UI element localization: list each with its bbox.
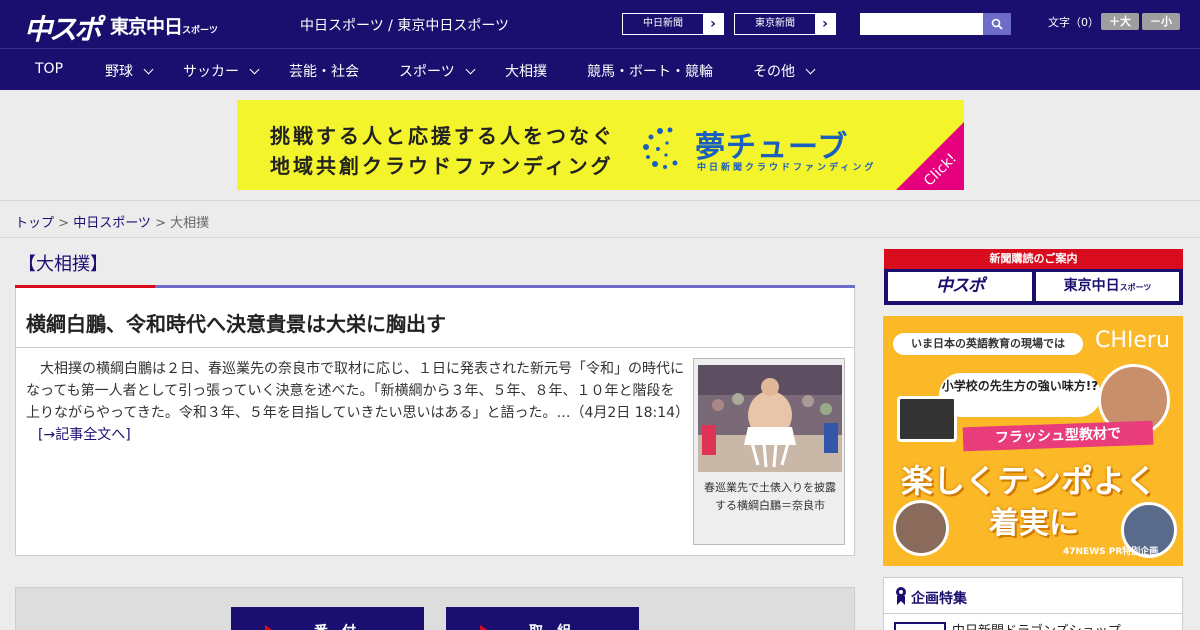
article-title[interactable]: 横綱白鵬、令和時代へ決意貴景は大栄に胸出す (26, 308, 446, 337)
chevron-down-icon (465, 64, 476, 75)
nav-item-keiba[interactable]: 競馬・ボート・競輪 (587, 61, 713, 81)
dots-logo-icon (643, 127, 678, 169)
child-photo (893, 500, 949, 556)
read-more-link[interactable]: [→記事全文へ] (38, 427, 131, 443)
breadcrumb-bar: トップ > 中日スポーツ > 大相撲 (0, 200, 1200, 238)
breadcrumb-current: 大相撲 (170, 216, 210, 231)
article-photo[interactable]: 春巡業先で土俵入りを披露する横綱白鵬＝奈良市 (693, 358, 845, 545)
nav-item-top[interactable]: TOP (35, 61, 63, 77)
chevron-down-icon (249, 64, 260, 75)
font-smaller-button[interactable]: －小 (1142, 13, 1180, 30)
site-links[interactable]: 中日スポーツ / 東京中日スポーツ (300, 15, 509, 35)
nav-item-other[interactable]: その他 (753, 61, 816, 81)
ad-flash: フラッシュ型教材で (962, 420, 1154, 452)
breadcrumb-home-link[interactable]: トップ (15, 216, 54, 231)
breadcrumb: トップ > 中日スポーツ > 大相撲 (15, 216, 210, 231)
tokyo-shimbun-button[interactable]: 東京新聞 › (734, 13, 836, 35)
ad-logo: CHIeru (1095, 328, 1170, 353)
chevron-right-icon: › (703, 14, 723, 34)
main-nav: TOP 野球 サッカー 芸能・社会 スポーツ 大相撲 競馬・ボート・競輪 その他 (0, 48, 1200, 90)
chieru-ad[interactable]: いま日本の英語教育の現場では CHIeru 小学校の先生方の強い味方!? フラッ… (883, 316, 1183, 566)
ad-headline-2: 着実に (989, 506, 1079, 541)
feature-box: 企画特集 中日新聞ドラゴンズショップ (883, 577, 1183, 630)
photo-caption: 春巡業先で土俵入りを披露する横綱白鵬＝奈良市 (704, 481, 836, 512)
ad-pr-label: 47NEWS PR特別企画 (1063, 547, 1159, 557)
chuspo-logo[interactable]: 中スポ (24, 8, 102, 48)
banner-line-1: 挑戦する人と応援する人をつなぐ (270, 124, 615, 148)
arrow-right-icon (265, 625, 274, 630)
subscribe-chuspo-link[interactable]: 中スポ (888, 272, 1032, 301)
feature-item-link[interactable]: 中日新聞ドラゴンズショップ (952, 620, 1121, 630)
torikumi-button[interactable]: 取組 (446, 607, 639, 630)
crowdfunding-banner[interactable]: 挑戦する人と応援する人をつなぐ 地域共創クラウドファンディング 夢チューブ 中日… (237, 100, 964, 190)
banner-line-2: 地域共創クラウドファンディング (270, 154, 614, 178)
sumo-photo (698, 365, 842, 472)
tablet-icon (897, 396, 957, 442)
search-input[interactable] (860, 13, 983, 35)
chevron-down-icon (143, 64, 154, 75)
breadcrumb-parent-link[interactable]: 中日スポーツ (73, 216, 151, 231)
tokyo-chunichi-logo[interactable]: 東京中日スポーツ (110, 12, 218, 39)
chevron-down-icon (805, 64, 816, 75)
font-larger-button[interactable]: ＋大 (1101, 13, 1139, 30)
article-card: 横綱白鵬、令和時代へ決意貴景は大栄に胸出す 大相撲の横綱白鵬は２日、春巡業先の奈… (15, 288, 855, 556)
search-icon (991, 18, 1003, 30)
section-title: 【大相撲】 (18, 254, 108, 275)
feature-thumbnail[interactable] (894, 622, 946, 630)
banzuke-button[interactable]: 番付 (231, 607, 424, 630)
article-body: 大相撲の横綱白鵬は２日、春巡業先の奈良市で取材に応じ、１日に発表された新元号「令… (26, 361, 690, 443)
nav-item-entertainment[interactable]: 芸能・社会 (289, 61, 359, 81)
subscription-header: 新聞購読のご案内 (884, 249, 1183, 269)
subscribe-tokyo-link[interactable]: 東京中日スポーツ (1036, 272, 1179, 301)
chevron-right-icon: › (815, 14, 835, 34)
nav-item-baseball[interactable]: 野球 (105, 61, 154, 81)
feature-title: 企画特集 (911, 591, 967, 607)
chunichi-shimbun-button[interactable]: 中日新聞 › (622, 13, 724, 35)
subscription-box: 新聞購読のご案内 中スポ 東京中日スポーツ (884, 249, 1183, 305)
ad-question: 小学校の先生方の強い味方!? (939, 373, 1101, 417)
top-header: 中スポ 東京中日スポーツ 中日スポーツ / 東京中日スポーツ 中日新聞 › 東京… (0, 0, 1200, 48)
nav-item-soccer[interactable]: サッカー (183, 61, 260, 81)
font-size-label: 文字（0） (1048, 16, 1099, 29)
arrow-right-icon (480, 625, 489, 630)
sumo-menu-box: 番付 取組 (15, 587, 855, 630)
nav-item-sports[interactable]: スポーツ (399, 61, 476, 81)
nav-item-sumo[interactable]: 大相撲 (505, 61, 547, 81)
ribbon-icon (896, 587, 906, 605)
banner-brand-sub: 中日新聞クラウドファンディング (697, 163, 877, 173)
ad-headline-1: 楽しくテンポよく (901, 462, 1158, 500)
ad-band: いま日本の英語教育の現場では (893, 333, 1083, 355)
search-button[interactable] (983, 13, 1011, 35)
